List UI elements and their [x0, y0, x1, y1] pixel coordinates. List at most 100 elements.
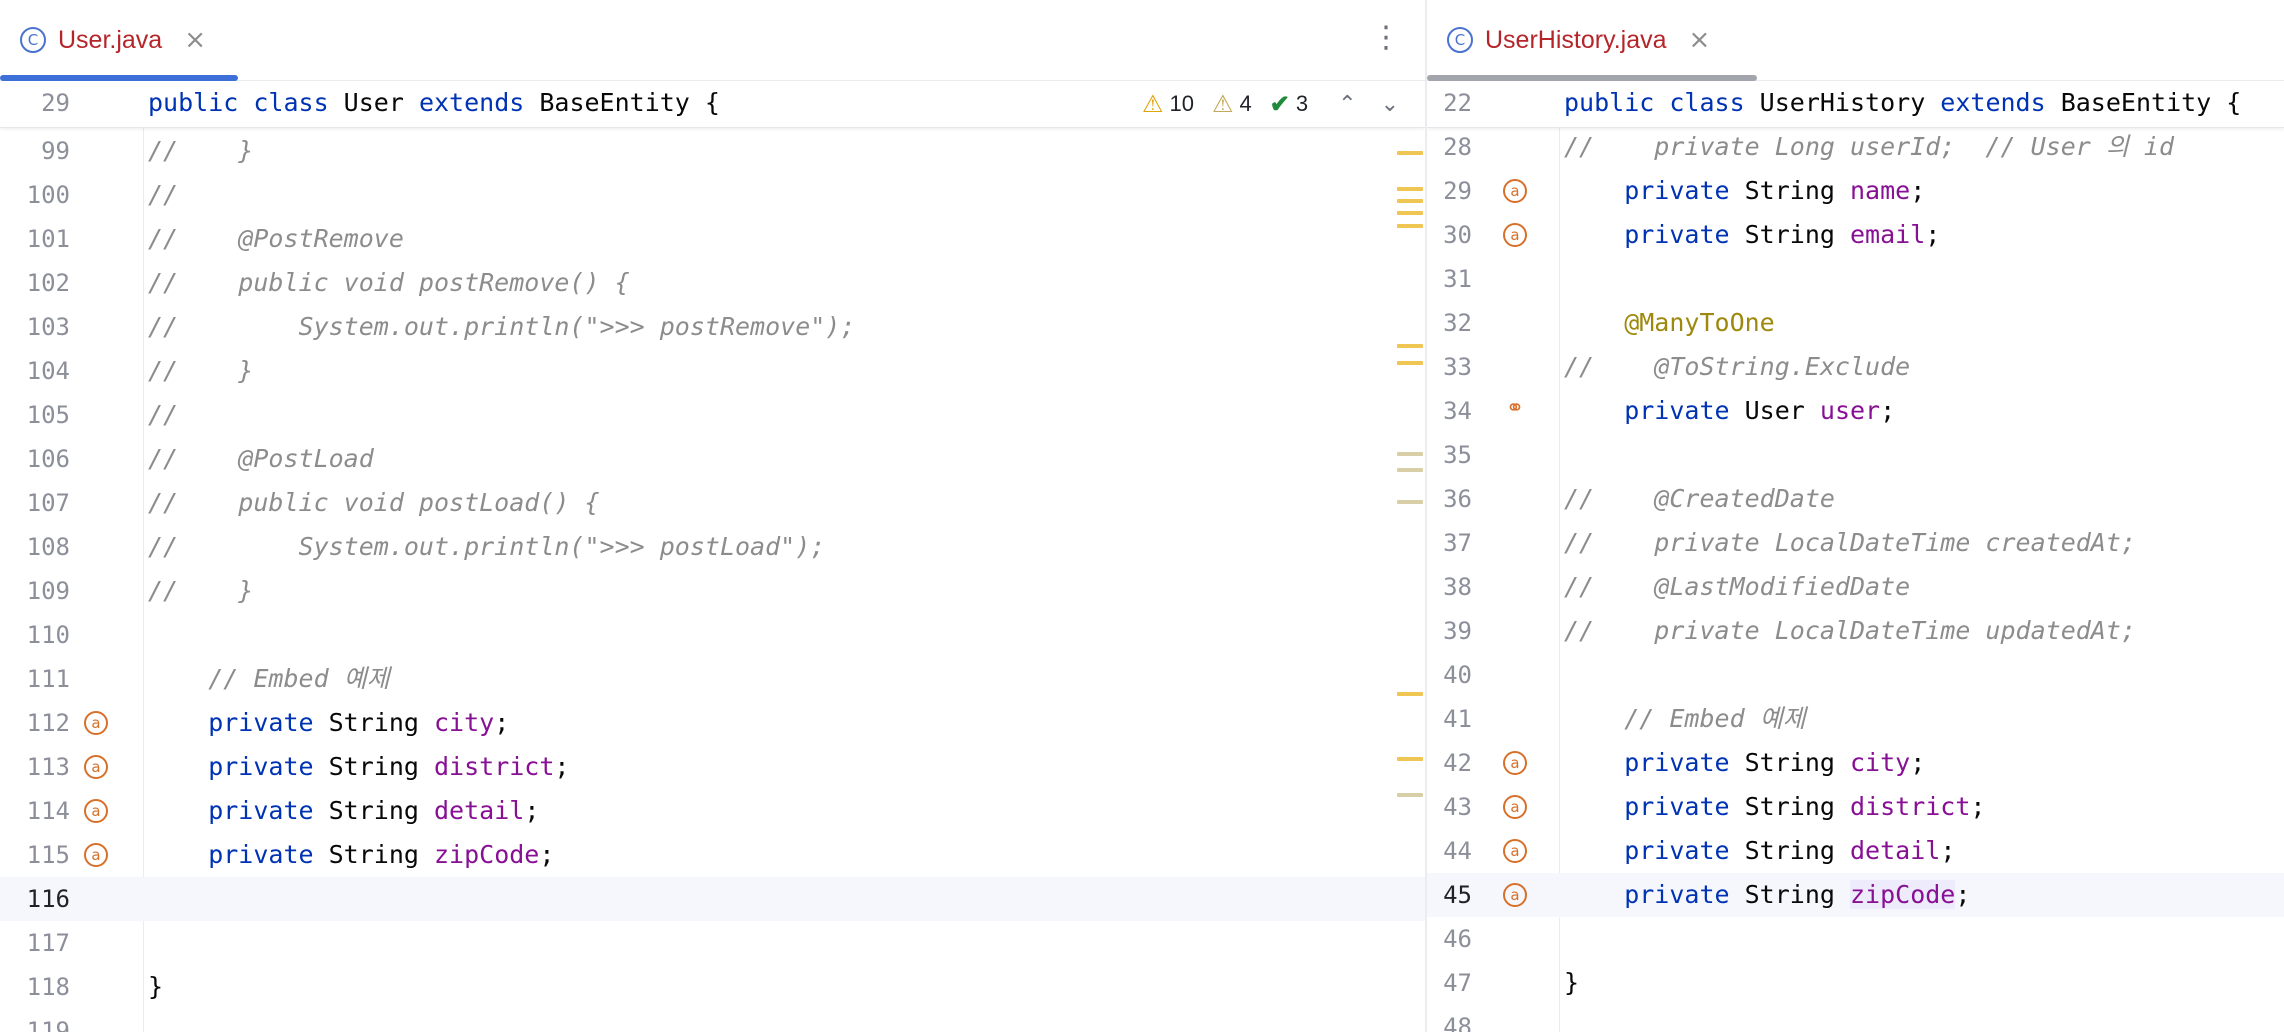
- tab-userhistory-java[interactable]: C UserHistory.java ×: [1427, 0, 1710, 80]
- error-stripe-mark[interactable]: [1397, 199, 1423, 203]
- code-line[interactable]: 111 // Embed 예제: [0, 657, 1425, 701]
- previous-highlight-icon[interactable]: ⌃: [1338, 92, 1356, 117]
- weak-warnings-count: 4: [1239, 91, 1252, 116]
- code-line[interactable]: 29 a private String name;: [1427, 169, 2284, 213]
- code-area-right[interactable]: 28 // private Long userId; // User 의 id 29…: [1427, 129, 2284, 1032]
- code-line[interactable]: 40: [1427, 653, 2284, 697]
- tab-user-java[interactable]: C User.java ×: [0, 0, 206, 80]
- line-number: 110: [26, 621, 70, 649]
- punctuation: ;: [554, 752, 570, 781]
- code-line[interactable]: 35: [1427, 433, 2284, 477]
- code-line[interactable]: 28 // private Long userId; // User 의 id: [1427, 125, 2284, 169]
- sticky-code: public class User extends BaseEntity {: [148, 88, 720, 117]
- code-line[interactable]: 113 a private String district;: [0, 745, 1425, 789]
- line-number: 101: [26, 225, 70, 253]
- code-line[interactable]: 31: [1427, 257, 2284, 301]
- code-line[interactable]: 38 // @LastModifiedDate: [1427, 565, 2284, 609]
- line-number: 119: [26, 1017, 70, 1032]
- relation-link-icon[interactable]: ⚭: [1503, 397, 1527, 421]
- error-stripe-mark[interactable]: [1397, 361, 1423, 365]
- code-line[interactable]: 112 a private String city;: [0, 701, 1425, 745]
- code-line[interactable]: 37 // private LocalDateTime createdAt;: [1427, 521, 2284, 565]
- code-line[interactable]: 47}: [1427, 961, 2284, 1005]
- error-stripe-mark[interactable]: [1397, 452, 1423, 456]
- line-number: 117: [26, 929, 70, 957]
- code-line[interactable]: 101 // @PostRemove: [0, 217, 1425, 261]
- field-annotation-icon[interactable]: a: [84, 799, 108, 823]
- code-line[interactable]: 45 a private String zipCode;: [1427, 873, 2284, 917]
- line-number: 43: [1443, 793, 1472, 821]
- code-line[interactable]: 104 // }: [0, 349, 1425, 393]
- code-line[interactable]: 34 ⚭ private User user;: [1427, 389, 2284, 433]
- type-name: String: [313, 708, 434, 737]
- weak-warnings-badge[interactable]: ⚠ 4: [1212, 90, 1252, 119]
- code-line[interactable]: 106 // @PostLoad: [0, 437, 1425, 481]
- code-area-left[interactable]: 99 // } 100 // 101 // @PostRemove 102 // public…: [0, 129, 1425, 1032]
- code-line[interactable]: 46: [1427, 917, 2284, 961]
- field-name: name: [1850, 176, 1911, 205]
- field-annotation-icon[interactable]: a: [84, 755, 108, 779]
- more-options-icon[interactable]: ⋮: [1371, 20, 1401, 55]
- code-line[interactable]: 100 //: [0, 173, 1425, 217]
- line-number: 34: [1443, 397, 1472, 425]
- code-line[interactable]: 43 a private String district;: [1427, 785, 2284, 829]
- typos-badge[interactable]: ✔ 3: [1270, 90, 1308, 119]
- field-name: district: [1850, 792, 1971, 821]
- inspection-widget[interactable]: ⚠ 10 ⚠ 4 ✔ 3 ⌃ ⌄: [1142, 81, 1425, 127]
- error-stripe-mark[interactable]: [1397, 757, 1423, 761]
- close-icon[interactable]: ×: [184, 25, 206, 55]
- code-line[interactable]: 44 a private String detail;: [1427, 829, 2284, 873]
- error-stripe-mark[interactable]: [1397, 187, 1423, 191]
- code-line[interactable]: 42 a private String city;: [1427, 741, 2284, 785]
- class-icon: C: [1447, 27, 1473, 53]
- code-line[interactable]: 119: [0, 1009, 1425, 1032]
- field-annotation-icon[interactable]: a: [1503, 223, 1527, 247]
- field-annotation-icon[interactable]: a: [1503, 883, 1527, 907]
- code-line[interactable]: 36 // @CreatedDate: [1427, 477, 2284, 521]
- error-stripe-mark[interactable]: [1397, 793, 1423, 797]
- sticky-header-right[interactable]: 22 public class UserHistory extends Base…: [1427, 81, 2284, 128]
- field-annotation-icon[interactable]: a: [84, 843, 108, 867]
- field-annotation-icon[interactable]: a: [1503, 839, 1527, 863]
- code-line[interactable]: 116: [0, 877, 1425, 921]
- error-stripe-mark[interactable]: [1397, 151, 1423, 155]
- code-line[interactable]: 115 a private String zipCode;: [0, 833, 1425, 877]
- code-line[interactable]: 30 a private String email;: [1427, 213, 2284, 257]
- code-line[interactable]: 114 a private String detail;: [0, 789, 1425, 833]
- line-number: 109: [26, 577, 70, 605]
- field-annotation-icon[interactable]: a: [84, 711, 108, 735]
- code-line[interactable]: 117: [0, 921, 1425, 965]
- code-line[interactable]: 107 // public void postLoad() {: [0, 481, 1425, 525]
- field-annotation-icon[interactable]: a: [1503, 795, 1527, 819]
- field-annotation-icon[interactable]: a: [1503, 751, 1527, 775]
- code-line[interactable]: 109 // }: [0, 569, 1425, 613]
- code-line[interactable]: 99 // }: [0, 129, 1425, 173]
- code-line[interactable]: 41 // Embed 예제: [1427, 697, 2284, 741]
- error-stripe-mark[interactable]: [1397, 692, 1423, 696]
- warnings-badge[interactable]: ⚠ 10: [1142, 90, 1194, 119]
- code-line[interactable]: 39 // private LocalDateTime updatedAt;: [1427, 609, 2284, 653]
- code-text: // }: [148, 356, 254, 385]
- field-annotation-icon[interactable]: a: [1503, 179, 1527, 203]
- close-icon[interactable]: ×: [1689, 25, 1711, 55]
- error-stripe-mark[interactable]: [1397, 224, 1423, 228]
- code-line[interactable]: 102 // public void postRemove() {: [0, 261, 1425, 305]
- code-line[interactable]: 103 // System.out.println(">>> postRemove…: [0, 305, 1425, 349]
- error-stripe-mark[interactable]: [1397, 344, 1423, 348]
- code-line[interactable]: 105 //: [0, 393, 1425, 437]
- code-line[interactable]: 110: [0, 613, 1425, 657]
- code-text: private String zipCode;: [1564, 873, 1970, 917]
- tab-label: User.java: [58, 25, 163, 54]
- code-line[interactable]: 48: [1427, 1005, 2284, 1032]
- sticky-header-left[interactable]: 29 public class User extends BaseEntity …: [0, 81, 1425, 128]
- error-stripe-mark[interactable]: [1397, 468, 1423, 472]
- error-stripe-mark[interactable]: [1397, 500, 1423, 504]
- next-highlight-icon[interactable]: ⌄: [1381, 92, 1399, 117]
- error-stripe-mark[interactable]: [1397, 211, 1423, 215]
- type-name: User: [1729, 396, 1820, 425]
- punctuation: ;: [1925, 220, 1941, 249]
- code-line[interactable]: 32 @ManyToOne: [1427, 301, 2284, 345]
- code-line[interactable]: 33 // @ToString.Exclude: [1427, 345, 2284, 389]
- code-line[interactable]: 108 // System.out.println(">>> postLoad")…: [0, 525, 1425, 569]
- code-line[interactable]: 118}: [0, 965, 1425, 1009]
